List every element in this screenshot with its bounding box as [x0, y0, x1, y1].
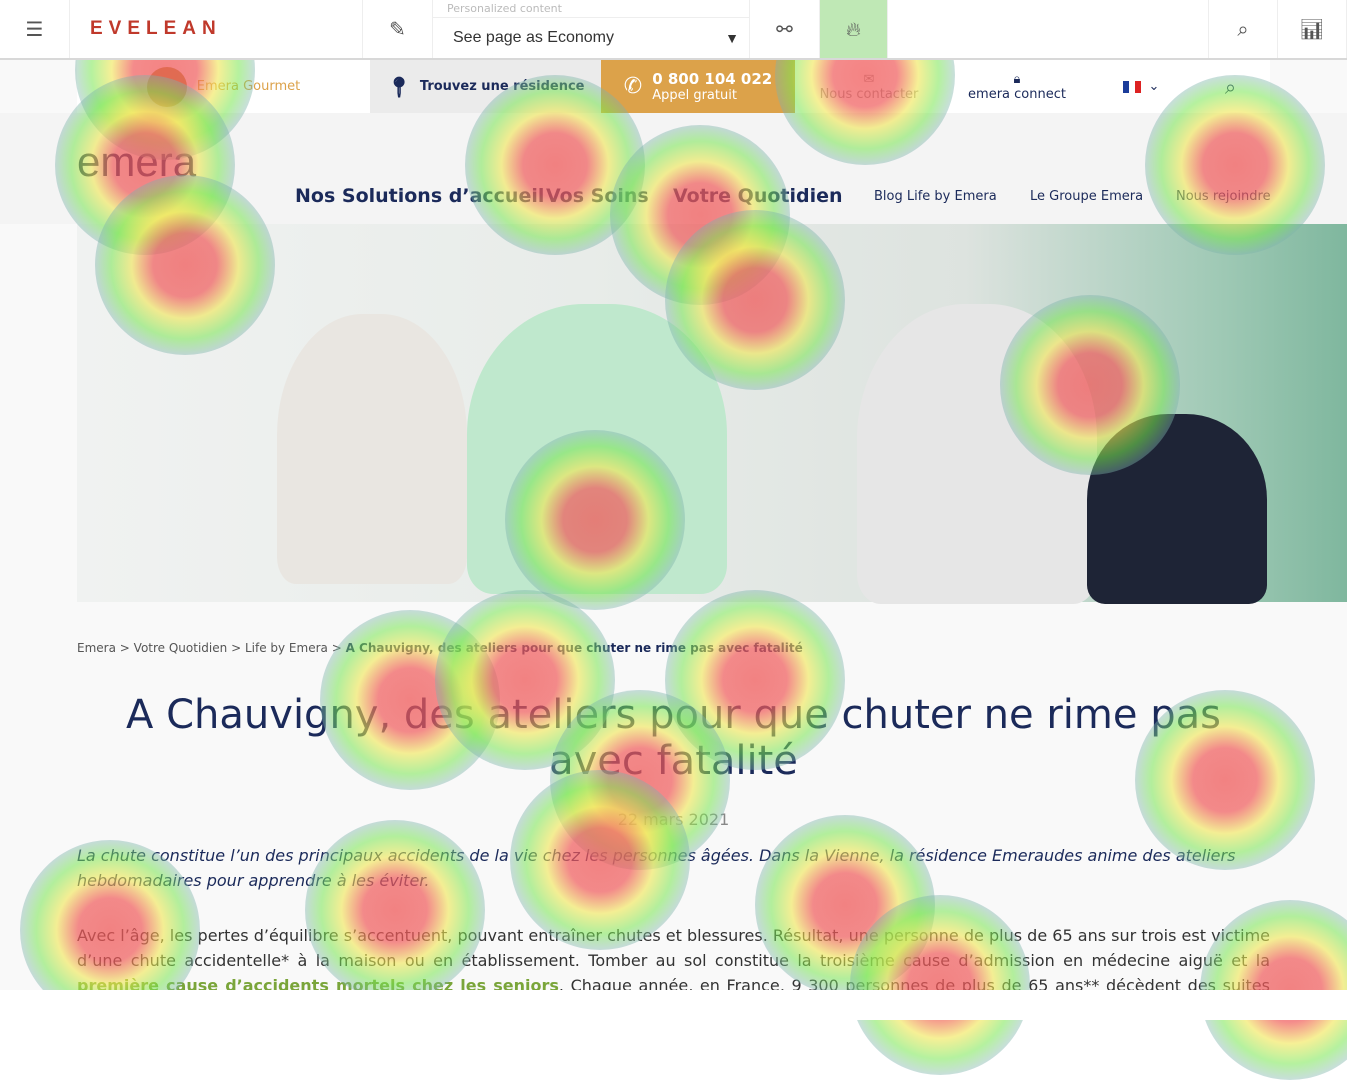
phone-link[interactable]: ✆ 0 800 104 022 Appel gratuit: [601, 60, 795, 113]
article-intro: La chute constitue l’un des principaux a…: [77, 846, 1236, 890]
phone-sub: Appel gratuit: [652, 88, 737, 103]
chevron-down-icon: ▼: [725, 30, 739, 46]
page-bottom: [0, 990, 1347, 1020]
residence-label: Trouvez une résidence: [419, 79, 585, 94]
evelean-logo: EVELEAN: [70, 0, 363, 58]
stats-button[interactable]: 📊︎: [1278, 0, 1347, 58]
segment-value: See page as Economy: [453, 29, 614, 46]
article-date: 22 mars 2021: [617, 810, 730, 829]
search-icon: ⌕: [1237, 17, 1249, 41]
connect-link[interactable]: 🔒︎ emera connect: [943, 60, 1091, 113]
gourmet-link[interactable]: Emera Gourmet: [77, 60, 370, 113]
breadcrumb-sep: >: [119, 641, 130, 655]
hero-person: [467, 304, 727, 594]
phone-icon: ✆: [623, 74, 643, 99]
breadcrumb-life[interactable]: Life by Emera: [245, 641, 328, 655]
residence-link[interactable]: 📍︎ Trouvez une résidence: [370, 60, 601, 113]
hero-image: [77, 224, 1347, 604]
map-pin-icon: 📍︎: [386, 74, 412, 99]
site-preview: Emera Gourmet 📍︎ Trouvez une résidence ✆ 0…: [0, 60, 1347, 990]
contact-link[interactable]: ✉ Nous contacter: [795, 60, 943, 113]
flame-icon: 🔥︎: [846, 17, 861, 41]
search-button[interactable]: ⌕: [1208, 0, 1278, 58]
mail-icon: ✉: [863, 71, 875, 87]
main-nav: emera Nos Solutions d’accueil Vos Soins …: [0, 113, 1347, 224]
breadcrumb-quotidien[interactable]: Votre Quotidien: [134, 641, 228, 655]
menu-icon: ☰: [25, 17, 44, 41]
pencil-icon: ✎: [389, 17, 406, 41]
breadcrumb-sep: >: [231, 641, 242, 655]
flag-fr-icon: [1122, 80, 1141, 93]
nav-quotidien[interactable]: Votre Quotidien: [673, 185, 843, 207]
nav-blog[interactable]: Blog Life by Emera: [874, 189, 997, 204]
segment-select[interactable]: Personalized content See page as Economy…: [433, 0, 750, 58]
search-icon: ⌕: [1224, 74, 1237, 99]
gourmet-label: Emera Gourmet: [196, 79, 301, 94]
contact-label: Nous contacter: [819, 86, 919, 102]
breadcrumb: Emera > Votre Quotidien > Life by Emera …: [77, 641, 803, 655]
body-link[interactable]: première cause d’accidents mortels chez …: [77, 976, 559, 990]
breadcrumb-current: A Chauvigny, des ateliers pour que chute…: [345, 641, 803, 655]
hero-person: [277, 314, 467, 584]
menu-button[interactable]: ☰: [0, 0, 70, 58]
personalized-label: Personalized content: [433, 0, 749, 18]
binoculars-icon: ⚯: [776, 17, 793, 41]
chevron-down-icon: ⌄: [1148, 79, 1160, 94]
article-title: A Chauvigny, des ateliers pour que chute…: [126, 692, 1221, 784]
hero-person: [1087, 414, 1267, 604]
edit-button[interactable]: ✎: [363, 0, 433, 58]
article-body: Avec l’âge, les pertes d’équilibre s’acc…: [77, 923, 1270, 990]
nav-rejoindre[interactable]: Nous rejoindre: [1176, 189, 1271, 204]
nav-solutions[interactable]: Nos Solutions d’accueil: [295, 185, 544, 207]
phone-number: 0 800 104 022: [652, 70, 773, 88]
site-search-button[interactable]: ⌕: [1191, 60, 1270, 113]
hero-person: [857, 304, 1097, 604]
heatmap-button[interactable]: 🔥︎: [820, 0, 888, 58]
emera-logo: emera: [77, 138, 197, 185]
gourmet-logo-icon: [146, 66, 187, 107]
language-select[interactable]: ⌄: [1091, 60, 1191, 113]
lock-icon: 🔒︎: [1013, 71, 1021, 87]
breadcrumb-emera[interactable]: Emera: [77, 641, 116, 655]
bar-chart-icon: 📊︎: [1299, 17, 1325, 41]
preview-button[interactable]: ⚯: [750, 0, 820, 58]
connect-label: emera connect: [968, 86, 1066, 102]
evelean-toolbar: ☰ EVELEAN ✎ Personalized content See pag…: [0, 0, 1347, 60]
nav-groupe[interactable]: Le Groupe Emera: [1030, 189, 1143, 204]
breadcrumb-sep: >: [331, 641, 342, 655]
utility-bar: Emera Gourmet 📍︎ Trouvez une résidence ✆ 0…: [77, 60, 1270, 113]
nav-soins[interactable]: Vos Soins: [546, 185, 649, 207]
body-text: Avec l’âge, les pertes d’équilibre s’acc…: [77, 926, 1270, 970]
